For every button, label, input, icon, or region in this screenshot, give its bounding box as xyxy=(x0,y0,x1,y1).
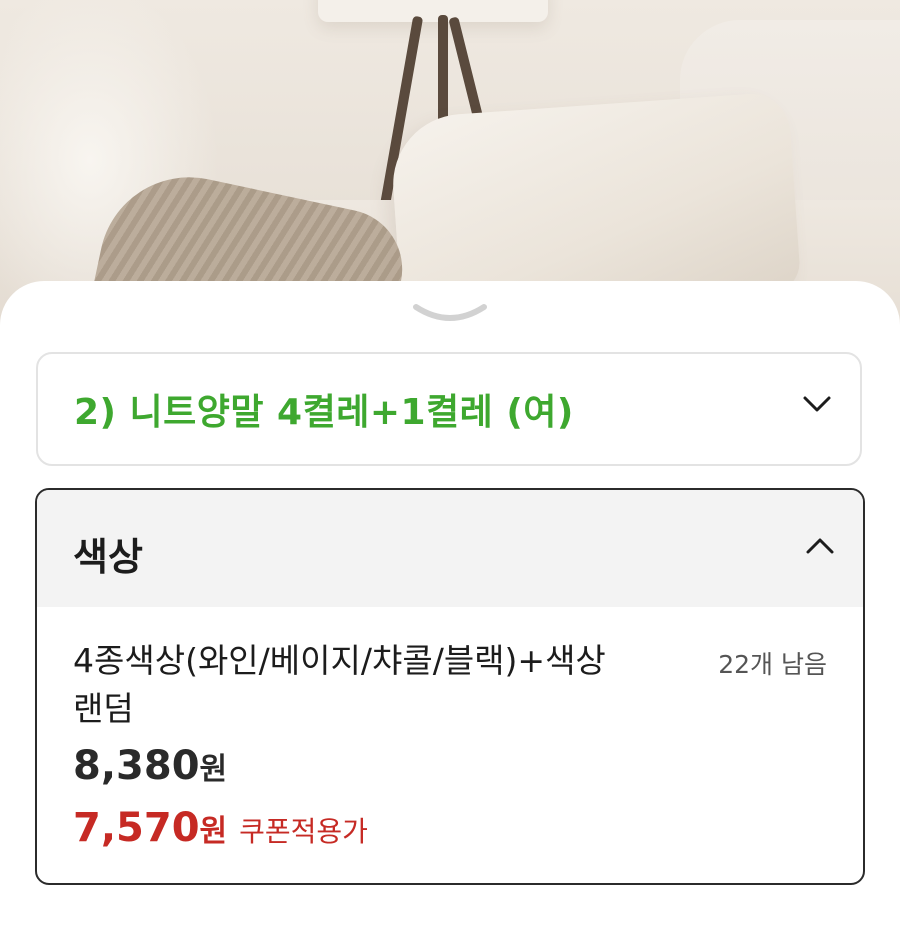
option-name: 4종색상(와인/베이지/챠콜/블랙)+색상랜덤 xyxy=(73,641,606,728)
coupon-price-unit: 원 xyxy=(199,814,228,849)
coupon-price: 7,570원 xyxy=(73,805,227,851)
panel-title: 색상 xyxy=(73,535,143,579)
option-select-value: 2) 니트양말 4켤레+1켤레 (여) xyxy=(74,392,574,433)
coupon-price-row: 7,570원 쿠폰적용가 xyxy=(73,805,368,851)
product-option-screen: 2) 니트양말 4켤레+1켤레 (여) 색상 4종색상(와인/베이지/챠콜/블랙… xyxy=(0,0,900,939)
price-unit: 원 xyxy=(199,752,228,787)
option-select-dropdown[interactable]: 2) 니트양말 4켤레+1켤레 (여) xyxy=(36,352,862,466)
coupon-price-value: 7,570 xyxy=(73,805,200,851)
option-bottom-sheet: 2) 니트양말 4켤레+1켤레 (여) 색상 4종색상(와인/베이지/챠콜/블랙… xyxy=(0,281,900,939)
regular-price: 8,380원 xyxy=(73,743,227,789)
color-option-panel: 색상 4종색상(와인/베이지/챠콜/블랙)+색상랜덤 22개 남음 8,380원… xyxy=(35,488,865,885)
coupon-label: 쿠폰적용가 xyxy=(239,815,368,848)
stock-remaining: 22개 남음 xyxy=(718,650,827,679)
color-panel-header[interactable]: 색상 xyxy=(37,490,863,607)
sheet-collapse-handle[interactable] xyxy=(412,303,488,325)
color-option-item[interactable]: 4종색상(와인/베이지/챠콜/블랙)+색상랜덤 22개 남음 8,380원 7,… xyxy=(37,607,863,883)
chevron-down-icon xyxy=(802,394,832,418)
chevron-down-icon xyxy=(413,304,487,321)
chevron-up-icon xyxy=(805,536,835,560)
price-value: 8,380 xyxy=(73,743,200,789)
lamp-shade xyxy=(318,0,548,22)
